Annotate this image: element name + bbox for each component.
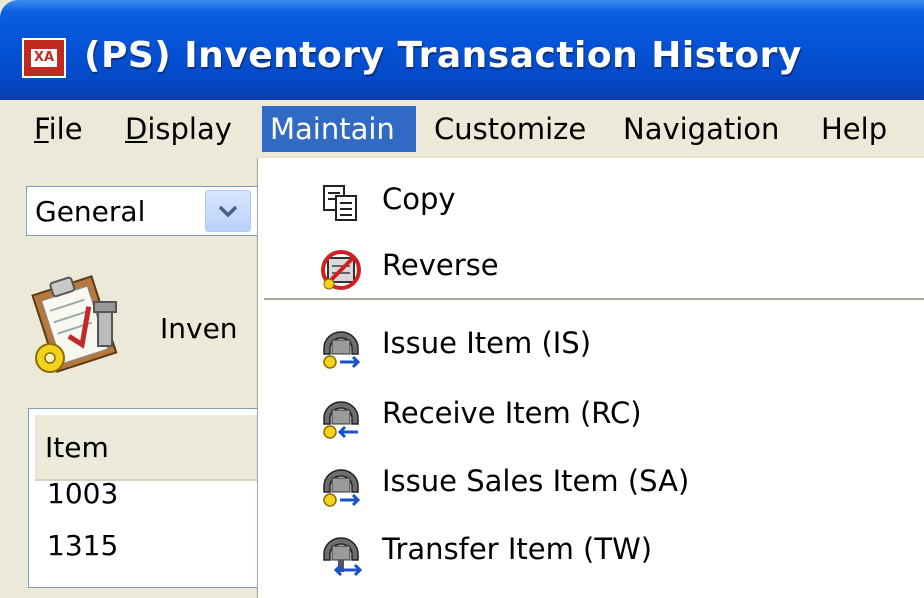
- table-row[interactable]: 1315: [47, 529, 118, 562]
- menu-item-issue-sales-item-label: Issue Sales Item (SA): [382, 464, 690, 498]
- menu-item-reverse[interactable]: Reverse: [258, 238, 924, 300]
- title-bar: XA (PS) Inventory Transaction History: [0, 0, 924, 100]
- menu-display-mnemonic: D: [125, 112, 148, 146]
- menu-navigation[interactable]: Navigation: [615, 106, 787, 152]
- item-grid: Item 1003 1315: [28, 408, 268, 588]
- menu-display-label: isplay: [147, 112, 232, 146]
- menu-file-label: ile: [48, 112, 83, 146]
- menu-separator: [264, 298, 924, 300]
- receive-item-icon: [323, 401, 359, 439]
- menu-maintain[interactable]: Maintain: [262, 106, 416, 152]
- menu-item-issue-item[interactable]: Issue Item (IS): [258, 316, 924, 378]
- menu-file-mnemonic: F: [34, 112, 49, 146]
- menu-item-transfer-item-label: Transfer Item (TW): [382, 532, 653, 566]
- menu-customize-label: Customize: [434, 112, 587, 146]
- window-title: (PS) Inventory Transaction History: [84, 35, 802, 76]
- menu-maintain-label: Maintain: [270, 112, 395, 146]
- menu-customize[interactable]: Customize: [426, 106, 594, 152]
- transfer-item-icon: [323, 537, 363, 576]
- app-icon[interactable]: XA: [22, 38, 66, 78]
- menu-help-label: Help: [821, 112, 888, 146]
- menu-display[interactable]: Display: [117, 106, 240, 152]
- reverse-icon: [321, 250, 361, 290]
- app-icon-text: XA: [30, 49, 58, 67]
- menu-navigation-label: Navigation: [623, 112, 780, 146]
- menu-item-reverse-label: Reverse: [382, 248, 499, 282]
- chevron-down-icon: [218, 205, 238, 218]
- view-select-value: General: [35, 195, 146, 228]
- issue-sales-item-icon: [323, 469, 361, 507]
- menu-bar: File Display Maintain Customize Navigati…: [0, 100, 924, 158]
- menu-item-issue-sales-item[interactable]: Issue Sales Item (SA): [258, 454, 924, 516]
- grid-column-header-item[interactable]: Item: [35, 415, 267, 481]
- dropdown-arrow-button[interactable]: [205, 190, 251, 232]
- table-row[interactable]: 1003: [47, 477, 118, 510]
- copy-icon: [323, 185, 357, 221]
- menu-item-transfer-item[interactable]: Transfer Item (TW): [258, 522, 924, 584]
- menu-item-copy[interactable]: Copy: [258, 172, 924, 234]
- menu-item-copy-label: Copy: [382, 182, 456, 216]
- view-select[interactable]: General: [26, 186, 258, 236]
- menu-item-receive-item[interactable]: Receive Item (RC): [258, 386, 924, 448]
- task-label: Inven: [160, 312, 238, 345]
- menu-item-receive-item-label: Receive Item (RC): [382, 396, 642, 430]
- clipboard-task-icon[interactable]: [26, 270, 136, 380]
- issue-item-icon: [323, 331, 361, 369]
- maintain-dropdown-menu: Copy Reverse Issue Item (IS) Receive Ite…: [257, 158, 924, 598]
- menu-help[interactable]: Help: [813, 106, 895, 152]
- grid-column-header-label: Item: [45, 431, 109, 464]
- menu-file[interactable]: File: [26, 106, 91, 152]
- menu-item-issue-item-label: Issue Item (IS): [382, 326, 592, 360]
